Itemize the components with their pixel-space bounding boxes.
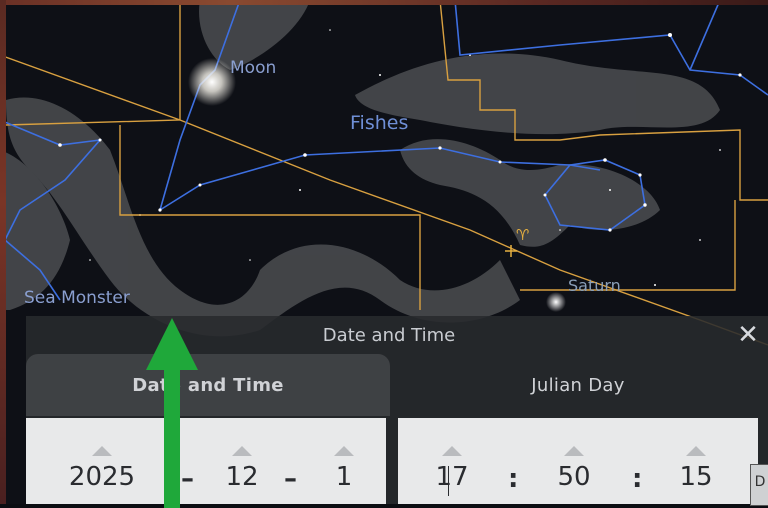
day-up-arrow-icon[interactable] [334,446,354,456]
second-spinbox[interactable]: 15 [656,418,736,504]
second-up-arrow-icon[interactable] [686,446,706,456]
minute-spinbox[interactable]: 50 [534,418,614,504]
second-value[interactable]: 15 [656,462,736,492]
hour-value[interactable]: 17 [412,462,492,492]
tab-julian-day[interactable]: Julian Day [398,354,758,416]
year-value[interactable]: 2025 [62,462,142,492]
aries-symbol: ♈ [516,226,530,244]
tab-date-and-time[interactable]: Date and Time [26,354,390,416]
time-separator: : [632,464,643,494]
saturn-label[interactable]: Saturn [568,276,621,295]
dialog-title[interactable]: Date and Time [26,316,752,356]
window-frame-left [0,0,6,504]
year-up-arrow-icon[interactable] [92,446,112,456]
month-spinbox[interactable]: 12 [202,418,282,504]
minute-up-arrow-icon[interactable] [564,446,584,456]
date-separator: – [284,464,297,494]
close-icon[interactable]: ✕ [734,320,762,350]
fishes-label[interactable]: Fishes [350,112,408,134]
date-time-dialog: Date and Time ✕ Date and Time Julian Day… [26,316,768,506]
window-frame-top [0,0,768,5]
edge-button[interactable]: D [750,464,768,506]
moon-body[interactable] [188,58,236,106]
pointer-arrow-icon [146,318,198,508]
year-spinbox[interactable]: 2025 [62,418,142,504]
date-panel: 2025 – 12 – 1 [26,418,386,504]
hour-spinbox[interactable]: 17 [412,418,492,504]
month-value[interactable]: 12 [202,462,282,492]
time-panel: 17 : 50 : 15 [398,418,758,504]
minute-value[interactable]: 50 [534,462,614,492]
day-spinbox[interactable]: 1 [304,418,384,504]
moon-label[interactable]: Moon [230,58,276,78]
month-up-arrow-icon[interactable] [232,446,252,456]
text-cursor [448,466,449,496]
day-value[interactable]: 1 [304,462,384,492]
hour-up-arrow-icon[interactable] [442,446,462,456]
saturn-body[interactable] [546,292,566,312]
sea-monster-label[interactable]: Sea Monster [24,288,130,308]
time-separator: : [508,464,519,494]
